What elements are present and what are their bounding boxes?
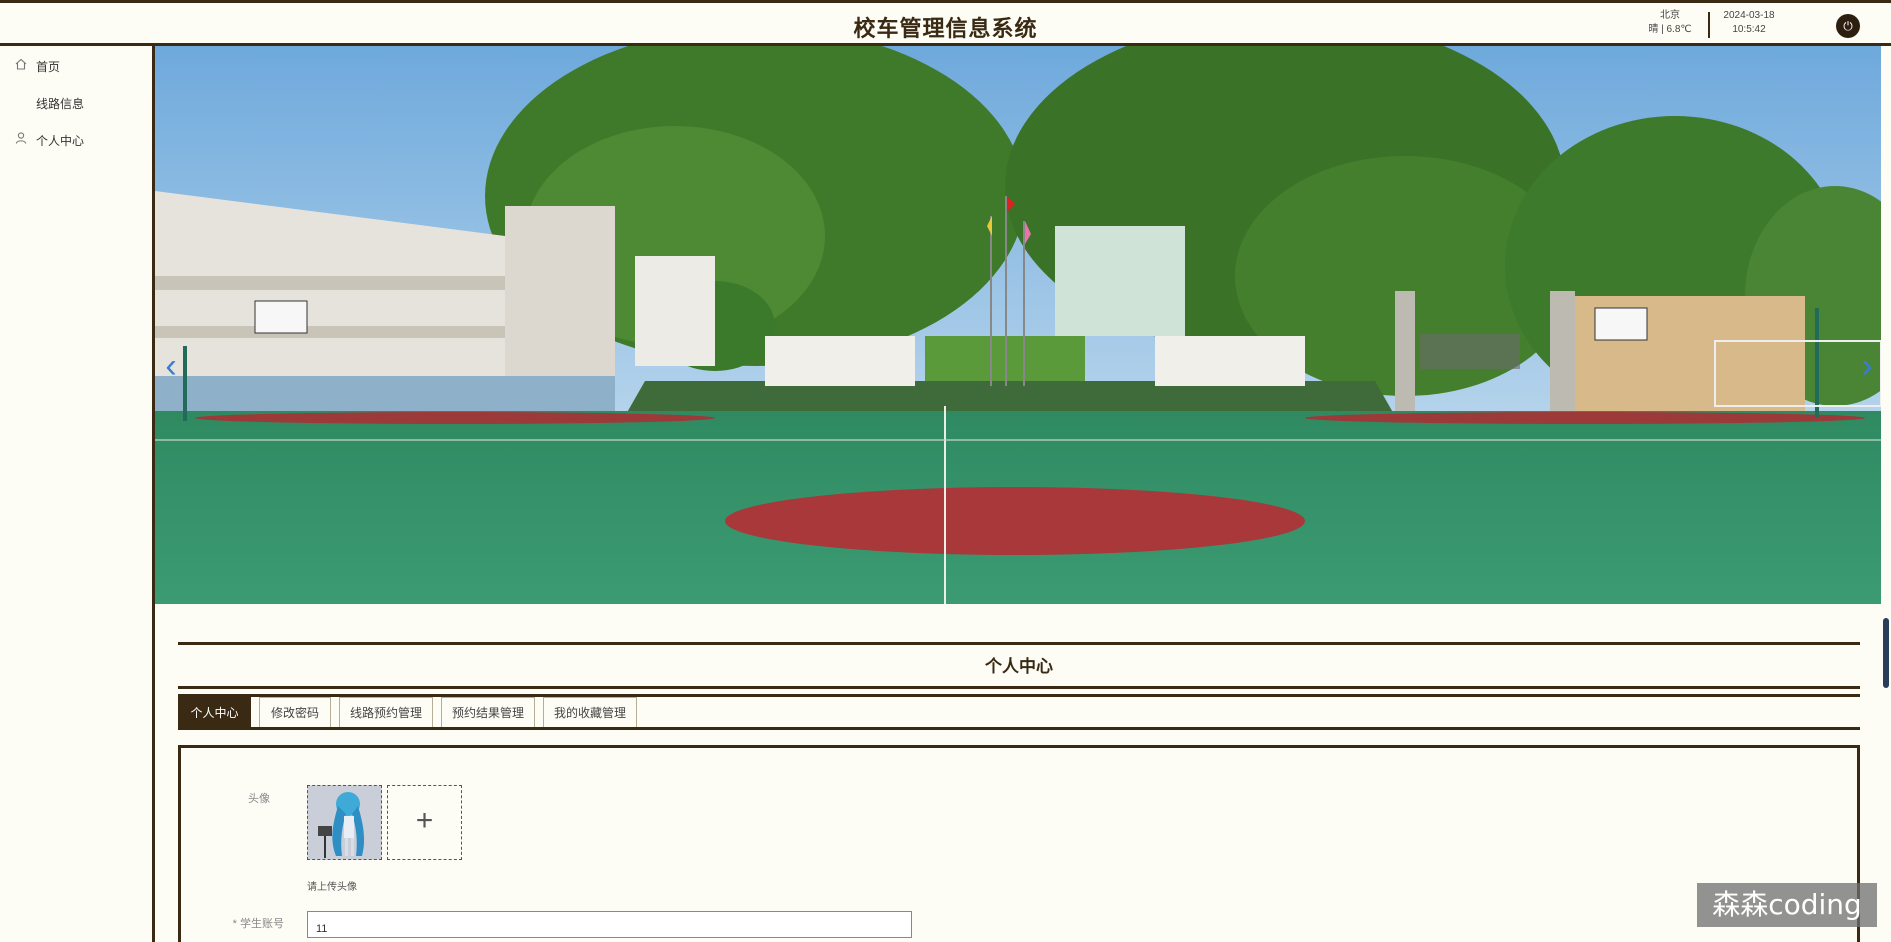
- tab-bar: 个人中心 修改密码 线路预约管理 预约结果管理 我的收藏管理: [178, 697, 1860, 729]
- tab-my-favorites[interactable]: 我的收藏管理: [543, 697, 637, 729]
- banner-carousel: ‹ ›: [155, 46, 1881, 604]
- section-title: 个人中心: [985, 657, 1053, 676]
- tab-route-reservations[interactable]: 线路预约管理: [339, 697, 433, 729]
- school-playground-photo: [155, 46, 1881, 604]
- upload-hint: 请上传头像: [307, 882, 357, 893]
- logout-power-icon[interactable]: ⏻: [1836, 14, 1860, 38]
- user-icon: [15, 132, 27, 144]
- top-bar: 校车管理信息系统 北京 晴 | 6.8℃ 2024-03-18 10:5:42 …: [0, 0, 1891, 46]
- carousel-prev-chevron-icon[interactable]: ‹: [159, 346, 183, 386]
- sidebar-item-home[interactable]: 首页: [0, 52, 152, 78]
- carousel-next-chevron-icon[interactable]: ›: [1855, 346, 1879, 386]
- tab-profile[interactable]: 个人中心: [178, 697, 251, 729]
- sidebar-item-label: 个人中心: [36, 134, 85, 148]
- app-title: 校车管理信息系统: [853, 16, 1038, 41]
- section-mid-rule: [178, 686, 1860, 689]
- date-text: 2024-03-18: [1723, 10, 1775, 21]
- sidebar-item-label: 线路信息: [36, 97, 85, 111]
- avatar[interactable]: [307, 785, 382, 860]
- weather-desc: 晴 | 6.8℃: [1648, 24, 1692, 35]
- header-divider: [1708, 12, 1710, 38]
- time-text: 10:5:42: [1732, 24, 1766, 35]
- avatar-label: 头像: [248, 793, 270, 805]
- upload-plus-icon[interactable]: +: [387, 785, 462, 860]
- datetime-widget: 2024-03-18 10:5:42: [1718, 9, 1780, 37]
- watermark: 森森coding: [1697, 883, 1877, 927]
- sidebar-item-routes[interactable]: 线路信息: [0, 89, 152, 115]
- scrollbar-thumb[interactable]: [1883, 618, 1889, 688]
- sidebar: 首页 线路信息 个人中心: [0, 46, 155, 942]
- student-account-input[interactable]: [307, 911, 912, 938]
- weather-city: 北京: [1660, 10, 1680, 21]
- tab-change-password[interactable]: 修改密码: [259, 697, 331, 729]
- tabs-bottom-rule: [178, 727, 1860, 730]
- home-icon: [15, 58, 27, 70]
- sidebar-item-label: 首页: [36, 60, 61, 74]
- account-label: * 学生账号: [232, 918, 284, 930]
- section-top-rule: [178, 642, 1860, 645]
- scrollbar-track[interactable]: [1881, 46, 1891, 942]
- sidebar-item-profile[interactable]: 个人中心: [0, 126, 152, 152]
- avatar-figure-image: [308, 786, 381, 859]
- weather-widget: 北京 晴 | 6.8℃: [1640, 9, 1700, 37]
- tab-reservation-results[interactable]: 预约结果管理: [441, 697, 535, 729]
